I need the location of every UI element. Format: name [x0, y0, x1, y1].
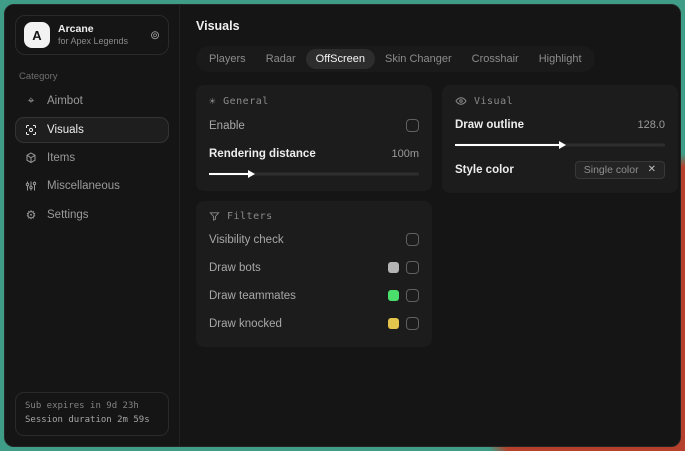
draw-teammates-color-swatch[interactable]: [388, 290, 399, 301]
crosshair-icon: ⌖: [27, 93, 35, 107]
draw-knocked-color-swatch[interactable]: [388, 318, 399, 329]
filters-card: Filters Visibility check Draw bots Draw …: [196, 201, 432, 347]
app-window: A Arcane for Apex Legends ⊚ Category ⌖ A…: [4, 4, 681, 447]
sliders-icon: [24, 180, 38, 192]
tab-bar: Players Radar OffScreen Skin Changer Cro…: [196, 46, 595, 72]
sun-icon: ☀: [209, 95, 217, 108]
filter-row: Draw bots: [209, 257, 419, 278]
visibility-check-label: Visibility check: [209, 233, 284, 246]
tab-crosshair[interactable]: Crosshair: [462, 49, 529, 69]
sidebar-item-miscellaneous[interactable]: Miscellaneous: [15, 173, 169, 199]
tab-offscreen[interactable]: OffScreen: [305, 49, 375, 69]
app-name: Arcane: [58, 22, 94, 35]
discord-icon[interactable]: ⊚: [150, 28, 160, 42]
draw-outline-slider[interactable]: [455, 140, 665, 149]
close-icon[interactable]: ✕: [648, 164, 656, 175]
enable-checkbox[interactable]: [406, 119, 419, 132]
rendering-distance-value: 100m: [391, 147, 419, 160]
draw-outline-label: Draw outline: [455, 118, 525, 131]
cube-icon: [24, 152, 38, 164]
sidebar-item-settings[interactable]: ⚙ Settings: [15, 201, 169, 229]
draw-bots-checkbox[interactable]: [406, 261, 419, 274]
filter-row: Draw knocked: [209, 313, 419, 334]
app-logo: A: [24, 22, 50, 48]
eye-scan-icon: [24, 124, 38, 136]
sidebar-item-label: Items: [47, 152, 76, 164]
sidebar: A Arcane for Apex Legends ⊚ Category ⌖ A…: [5, 5, 180, 446]
draw-bots-color-swatch[interactable]: [388, 262, 399, 273]
subscription-info-box: Sub expires in 9d 23h Session duration 2…: [15, 392, 169, 436]
sub-expires-text: Sub expires in 9d 23h: [25, 401, 139, 412]
sidebar-item-items[interactable]: Items: [15, 145, 169, 171]
main-content: Visuals Players Radar OffScreen Skin Cha…: [180, 5, 680, 446]
enable-label: Enable: [209, 119, 245, 132]
card-title: General: [223, 96, 269, 107]
funnel-icon: [209, 211, 220, 222]
slider-fill[interactable]: [209, 172, 249, 175]
tab-radar[interactable]: Radar: [256, 49, 306, 69]
style-color-label: Style color: [455, 163, 514, 176]
draw-teammates-checkbox[interactable]: [406, 289, 419, 302]
session-duration-text: Session duration 2m 59s: [25, 415, 150, 426]
filter-row: Draw teammates: [209, 285, 419, 306]
style-color-select[interactable]: Single color ✕: [574, 160, 665, 179]
rendering-distance-slider[interactable]: [209, 169, 419, 178]
visual-card: Visual Draw outline 128.0 Style color Si…: [442, 85, 678, 193]
slider-fill[interactable]: [455, 143, 560, 146]
brand-text: Arcane for Apex Legends: [58, 23, 142, 47]
card-title: Filters: [227, 211, 273, 222]
category-label: Category: [19, 71, 58, 82]
app-subtitle: for Apex Legends: [58, 35, 129, 46]
tab-highlight[interactable]: Highlight: [529, 49, 592, 69]
sidebar-item-label: Miscellaneous: [47, 180, 120, 192]
tab-players[interactable]: Players: [199, 49, 256, 69]
filter-row: Visibility check: [209, 229, 419, 250]
sidebar-item-visuals[interactable]: Visuals: [15, 117, 169, 143]
visibility-check-checkbox[interactable]: [406, 233, 419, 246]
gear-icon: ⚙: [25, 208, 37, 222]
draw-knocked-label: Draw knocked: [209, 317, 282, 330]
draw-knocked-checkbox[interactable]: [406, 317, 419, 330]
sidebar-item-label: Settings: [47, 209, 89, 221]
sidebar-nav: ⌖ Aimbot Visuals Items Miscellaneous ⚙ S…: [15, 86, 169, 229]
brand-header: A Arcane for Apex Legends ⊚: [15, 15, 169, 55]
general-card: ☀ General Enable Rendering distance 100m: [196, 85, 432, 191]
card-title: Visual: [474, 95, 514, 107]
tab-skin-changer[interactable]: Skin Changer: [375, 49, 462, 69]
page-title: Visuals: [196, 19, 240, 33]
rendering-distance-label: Rendering distance: [209, 147, 316, 160]
style-color-value: Single color: [583, 163, 639, 176]
draw-outline-value: 128.0: [637, 118, 665, 131]
eye-icon: [455, 95, 467, 107]
draw-bots-label: Draw bots: [209, 261, 261, 274]
draw-teammates-label: Draw teammates: [209, 289, 296, 302]
sidebar-item-aimbot[interactable]: ⌖ Aimbot: [15, 86, 169, 115]
sidebar-item-label: Aimbot: [47, 94, 83, 107]
sidebar-item-label: Visuals: [47, 124, 84, 136]
